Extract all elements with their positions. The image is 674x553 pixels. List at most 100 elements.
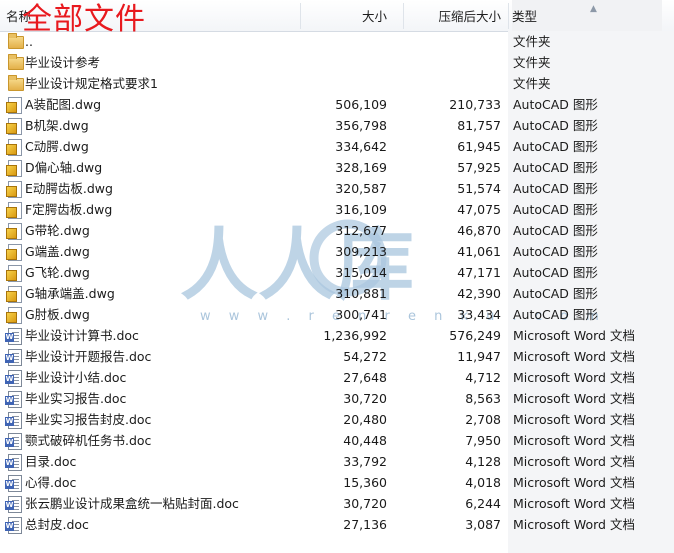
file-row[interactable]: G端盖.dwg 309,213 41,061 AutoCAD 图形 bbox=[0, 241, 674, 262]
file-name: 颚式破碎机任务书.doc bbox=[25, 433, 152, 448]
folder-icon bbox=[6, 75, 24, 92]
autocad-file-icon bbox=[6, 96, 23, 114]
file-type: 文件夹 bbox=[513, 34, 551, 49]
file-row[interactable]: E动腭齿板.dwg 320,587 51,574 AutoCAD 图形 bbox=[0, 178, 674, 199]
file-type: 文件夹 bbox=[513, 76, 551, 91]
file-row[interactable]: 毕业设计小结.doc 27,648 4,712 Microsoft Word 文档 bbox=[0, 367, 674, 388]
file-row[interactable]: D偏心轴.dwg 328,169 57,925 AutoCAD 图形 bbox=[0, 157, 674, 178]
file-type: AutoCAD 图形 bbox=[513, 223, 598, 238]
file-size: 27,136 bbox=[343, 517, 387, 532]
word-document-icon bbox=[5, 453, 23, 471]
compressed-size: 61,945 bbox=[457, 139, 501, 154]
file-type: AutoCAD 图形 bbox=[513, 139, 598, 154]
file-name: G肘板.dwg bbox=[25, 307, 90, 322]
file-row[interactable]: 毕业实习报告.doc 30,720 8,563 Microsoft Word 文档 bbox=[0, 388, 674, 409]
file-type: AutoCAD 图形 bbox=[513, 118, 598, 133]
file-name: 总封皮.doc bbox=[25, 517, 89, 532]
file-type: 文件夹 bbox=[513, 55, 551, 70]
file-row[interactable]: F定腭齿板.dwg 316,109 47,075 AutoCAD 图形 bbox=[0, 199, 674, 220]
file-row[interactable]: G带轮.dwg 312,677 46,870 AutoCAD 图形 bbox=[0, 220, 674, 241]
file-row[interactable]: G轴承端盖.dwg 310,881 42,390 AutoCAD 图形 bbox=[0, 283, 674, 304]
word-document-icon bbox=[5, 348, 23, 366]
file-type: Microsoft Word 文档 bbox=[513, 412, 635, 427]
file-type: Microsoft Word 文档 bbox=[513, 391, 635, 406]
column-header-compressed-label: 压缩后大小 bbox=[438, 9, 501, 24]
file-size: 356,798 bbox=[335, 118, 387, 133]
file-type: Microsoft Word 文档 bbox=[513, 370, 635, 385]
file-size: 40,448 bbox=[343, 433, 387, 448]
compressed-size: 6,244 bbox=[465, 496, 501, 511]
compressed-size: 3,087 bbox=[465, 517, 501, 532]
word-document-icon bbox=[5, 495, 23, 513]
compressed-size: 8,563 bbox=[465, 391, 501, 406]
compressed-size: 42,390 bbox=[457, 286, 501, 301]
autocad-file-icon bbox=[6, 306, 23, 324]
column-header-compressed-size[interactable]: 压缩后大小 bbox=[405, 0, 501, 31]
compressed-size: 11,947 bbox=[457, 349, 501, 364]
autocad-file-icon bbox=[6, 285, 23, 303]
file-type: AutoCAD 图形 bbox=[513, 244, 598, 259]
column-header-size[interactable]: 大小 bbox=[300, 0, 387, 31]
compressed-size: 210,733 bbox=[449, 97, 501, 112]
compressed-size: 46,870 bbox=[457, 223, 501, 238]
file-row[interactable]: 总封皮.doc 27,136 3,087 Microsoft Word 文档 bbox=[0, 514, 674, 535]
file-row[interactable]: 毕业设计规定格式要求1 文件夹 bbox=[0, 73, 674, 94]
file-size: 506,109 bbox=[335, 97, 387, 112]
compressed-size: 4,712 bbox=[465, 370, 501, 385]
file-row[interactable]: B机架.dwg 356,798 81,757 AutoCAD 图形 bbox=[0, 115, 674, 136]
file-row[interactable]: C动腭.dwg 334,642 61,945 AutoCAD 图形 bbox=[0, 136, 674, 157]
column-header-type-label: 类型 bbox=[512, 9, 538, 24]
file-size: 310,881 bbox=[335, 286, 387, 301]
file-size: 300,741 bbox=[335, 307, 387, 322]
file-row[interactable]: G肘板.dwg 300,741 33,434 AutoCAD 图形 bbox=[0, 304, 674, 325]
file-name: G飞轮.dwg bbox=[25, 265, 90, 280]
autocad-file-icon bbox=[6, 159, 23, 177]
file-row[interactable]: G飞轮.dwg 315,014 47,171 AutoCAD 图形 bbox=[0, 262, 674, 283]
word-document-icon bbox=[5, 411, 23, 429]
file-name: A装配图.dwg bbox=[25, 97, 102, 112]
file-name: E动腭齿板.dwg bbox=[25, 181, 113, 196]
file-size: 15,360 bbox=[343, 475, 387, 490]
file-size: 33,792 bbox=[343, 454, 387, 469]
file-row[interactable]: 毕业实习报告封皮.doc 20,480 2,708 Microsoft Word 文档 bbox=[0, 409, 674, 430]
file-row[interactable]: 张云鹏业设计成果盒统一粘贴封面.doc 30,720 6,244 Microsoft … bbox=[0, 493, 674, 514]
file-row[interactable]: 目录.doc 33,792 4,128 Microsoft Word 文档 bbox=[0, 451, 674, 472]
file-type: Microsoft Word 文档 bbox=[513, 517, 635, 532]
file-name: 毕业设计规定格式要求1 bbox=[25, 76, 158, 91]
autocad-file-icon bbox=[6, 117, 23, 135]
folder-icon bbox=[6, 33, 24, 50]
file-type: AutoCAD 图形 bbox=[513, 97, 598, 112]
file-size: 316,109 bbox=[335, 202, 387, 217]
file-name: G带轮.dwg bbox=[25, 223, 90, 238]
column-divider[interactable] bbox=[508, 3, 509, 29]
file-row[interactable]: 毕业设计计算书.doc 1,236,992 576,249 Microsoft Wor… bbox=[0, 325, 674, 346]
file-type: Microsoft Word 文档 bbox=[513, 475, 635, 490]
autocad-file-icon bbox=[6, 180, 23, 198]
compressed-size: 47,171 bbox=[457, 265, 501, 280]
file-row[interactable]: 毕业设计参考 文件夹 bbox=[0, 52, 674, 73]
file-row[interactable]: 颚式破碎机任务书.doc 40,448 7,950 Microsoft Word 文档 bbox=[0, 430, 674, 451]
file-name: G端盖.dwg bbox=[25, 244, 90, 259]
file-name: C动腭.dwg bbox=[25, 139, 89, 154]
file-name: F定腭齿板.dwg bbox=[25, 202, 113, 217]
file-type: AutoCAD 图形 bbox=[513, 181, 598, 196]
autocad-file-icon bbox=[6, 201, 23, 219]
file-type: AutoCAD 图形 bbox=[513, 265, 598, 280]
compressed-size: 4,128 bbox=[465, 454, 501, 469]
column-divider[interactable] bbox=[403, 3, 404, 29]
file-type: Microsoft Word 文档 bbox=[513, 433, 635, 448]
file-row[interactable]: 心得.doc 15,360 4,018 Microsoft Word 文档 bbox=[0, 472, 674, 493]
file-row[interactable]: A装配图.dwg 506,109 210,733 AutoCAD 图形 bbox=[0, 94, 674, 115]
autocad-file-icon bbox=[6, 243, 23, 261]
file-row[interactable]: 毕业设计开题报告.doc 54,272 11,947 Microsoft Word 文… bbox=[0, 346, 674, 367]
file-type: Microsoft Word 文档 bbox=[513, 454, 635, 469]
file-name: 毕业实习报告.doc bbox=[25, 391, 127, 406]
file-name: 目录.doc bbox=[25, 454, 77, 469]
sort-ascending-icon: ▲ bbox=[590, 4, 597, 14]
file-row[interactable]: .. 文件夹 bbox=[0, 31, 674, 52]
column-header-type[interactable]: 类型 bbox=[512, 0, 662, 31]
file-name: 毕业设计参考 bbox=[25, 55, 101, 70]
compressed-size: 2,708 bbox=[465, 412, 501, 427]
compressed-size: 7,950 bbox=[465, 433, 501, 448]
file-size: 320,587 bbox=[335, 181, 387, 196]
